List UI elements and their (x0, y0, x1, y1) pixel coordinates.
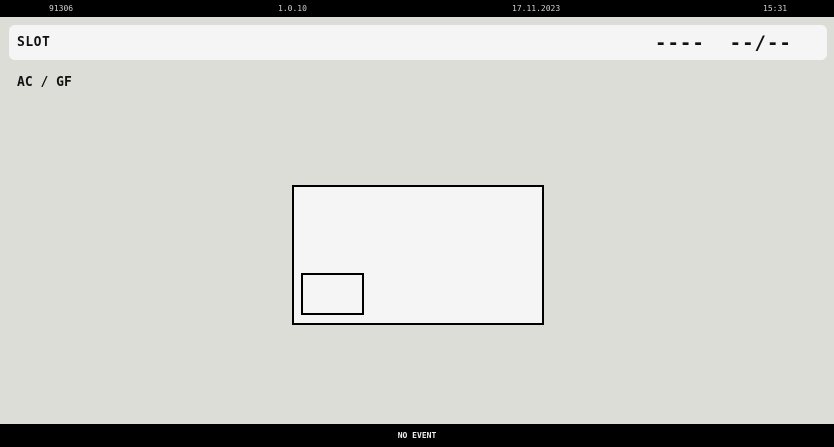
date-display: 17.11.2023 (512, 4, 561, 13)
time-display: 15:31 (763, 4, 788, 13)
inner-frame (301, 273, 364, 315)
slot-label: SLOT (17, 35, 51, 50)
mode-label: AC / GF (17, 75, 72, 90)
bottom-event-bar: NO EVENT (0, 424, 834, 447)
device-id: 91306 (49, 4, 74, 13)
slot-value: ---- --/-- (655, 32, 792, 54)
version-number: 1.0.10 (278, 4, 307, 13)
top-status-bar: 91306 1.0.10 17.11.2023 15:31 (0, 0, 834, 17)
slot-header[interactable]: SLOT ---- --/-- (9, 25, 827, 60)
display-frame (292, 185, 544, 325)
event-label: NO EVENT (397, 431, 437, 440)
